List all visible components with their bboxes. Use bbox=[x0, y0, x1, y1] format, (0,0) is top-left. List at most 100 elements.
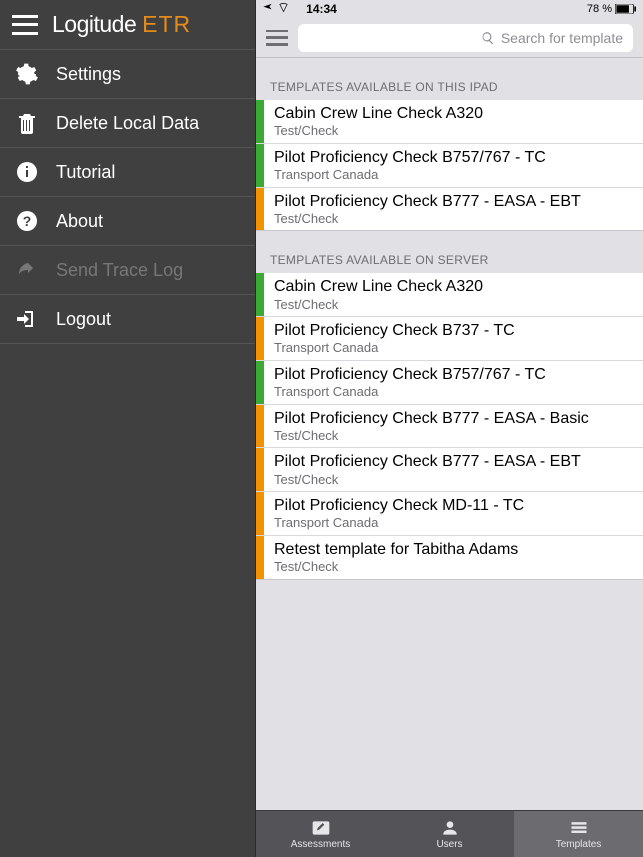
row-title: Pilot Proficiency Check B777 - EASA - EB… bbox=[274, 452, 581, 471]
row-title: Pilot Proficiency Check MD-11 - TC bbox=[274, 496, 524, 515]
color-stripe bbox=[256, 100, 264, 143]
help-icon bbox=[14, 208, 40, 234]
tab-label: Assessments bbox=[291, 839, 350, 850]
content-scroll[interactable]: TEMPLATES AVAILABLE ON THIS IPAD Cabin C… bbox=[256, 58, 643, 810]
template-row[interactable]: Pilot Proficiency Check B757/767 - TC Tr… bbox=[256, 361, 643, 405]
template-row[interactable]: Pilot Proficiency Check B777 - EASA - EB… bbox=[256, 188, 643, 232]
row-subtitle: Test/Check bbox=[274, 297, 483, 313]
search-input[interactable]: Search for template bbox=[298, 24, 633, 52]
sidebar-item-about[interactable]: About bbox=[0, 197, 255, 246]
status-left-icons bbox=[262, 2, 289, 16]
row-title: Cabin Crew Line Check A320 bbox=[274, 277, 483, 296]
battery-status: 78 % bbox=[587, 3, 637, 15]
color-stripe bbox=[256, 536, 264, 579]
row-title: Pilot Proficiency Check B757/767 - TC bbox=[274, 365, 546, 384]
trash-icon bbox=[14, 110, 40, 136]
main-panel: 14:34 78 % Search for template TEMPLATES… bbox=[256, 0, 643, 857]
color-stripe bbox=[256, 448, 264, 491]
search-placeholder: Search for template bbox=[501, 30, 623, 46]
tab-templates[interactable]: Templates bbox=[514, 811, 643, 857]
section-header: TEMPLATES AVAILABLE ON THIS IPAD bbox=[256, 58, 643, 100]
tab-label: Templates bbox=[556, 839, 602, 850]
stack-icon bbox=[568, 818, 590, 838]
navbar: Search for template bbox=[256, 18, 643, 58]
row-body: Cabin Crew Line Check A320 Test/Check bbox=[264, 273, 493, 316]
row-subtitle: Transport Canada bbox=[274, 515, 524, 531]
row-subtitle: Test/Check bbox=[274, 123, 483, 139]
status-bar: 14:34 78 % bbox=[256, 0, 643, 18]
sidebar-item-settings[interactable]: Settings bbox=[0, 50, 255, 99]
color-stripe bbox=[256, 361, 264, 404]
color-stripe bbox=[256, 492, 264, 535]
tab-label: Users bbox=[436, 839, 462, 850]
row-subtitle: Test/Check bbox=[274, 428, 589, 444]
menu-icon[interactable] bbox=[12, 15, 38, 35]
row-body: Pilot Proficiency Check B777 - EASA - Ba… bbox=[264, 405, 599, 448]
sidebar-menu: Settings Delete Local Data Tutorial About Se… bbox=[0, 50, 255, 344]
row-subtitle: Test/Check bbox=[274, 559, 518, 575]
sidebar-item-label: Settings bbox=[56, 64, 121, 85]
sidebar-item-logout[interactable]: Logout bbox=[0, 295, 255, 344]
template-row[interactable]: Retest template for Tabitha Adams Test/C… bbox=[256, 536, 643, 580]
row-title: Pilot Proficiency Check B757/767 - TC bbox=[274, 148, 546, 167]
row-body: Pilot Proficiency Check B737 - TC Transp… bbox=[264, 317, 525, 360]
row-subtitle: Test/Check bbox=[274, 472, 581, 488]
row-body: Retest template for Tabitha Adams Test/C… bbox=[264, 536, 528, 579]
color-stripe bbox=[256, 405, 264, 448]
row-title: Pilot Proficiency Check B777 - EASA - EB… bbox=[274, 192, 581, 211]
template-row[interactable]: Pilot Proficiency Check B737 - TC Transp… bbox=[256, 317, 643, 361]
search-icon bbox=[481, 31, 495, 45]
row-title: Retest template for Tabitha Adams bbox=[274, 540, 518, 559]
section-header: TEMPLATES AVAILABLE ON SERVER bbox=[256, 231, 643, 273]
sidebar-item-label: Delete Local Data bbox=[56, 113, 199, 134]
tab-assessments[interactable]: Assessments bbox=[256, 811, 385, 857]
color-stripe bbox=[256, 188, 264, 231]
sidebar-header: Logitude ETR bbox=[0, 0, 255, 50]
color-stripe bbox=[256, 317, 264, 360]
row-body: Pilot Proficiency Check B757/767 - TC Tr… bbox=[264, 144, 556, 187]
row-subtitle: Transport Canada bbox=[274, 384, 546, 400]
row-body: Pilot Proficiency Check B777 - EASA - EB… bbox=[264, 188, 591, 231]
template-row[interactable]: Pilot Proficiency Check B777 - EASA - EB… bbox=[256, 448, 643, 492]
row-subtitle: Transport Canada bbox=[274, 340, 515, 356]
template-row[interactable]: Pilot Proficiency Check B757/767 - TC Tr… bbox=[256, 144, 643, 188]
sidebar-item-label: Send Trace Log bbox=[56, 260, 183, 281]
row-title: Cabin Crew Line Check A320 bbox=[274, 104, 483, 123]
row-subtitle: Transport Canada bbox=[274, 167, 546, 183]
info-icon bbox=[14, 159, 40, 185]
template-row[interactable]: Cabin Crew Line Check A320 Test/Check bbox=[256, 100, 643, 144]
row-body: Cabin Crew Line Check A320 Test/Check bbox=[264, 100, 493, 143]
tab-bar: Assessments Users Templates bbox=[256, 810, 643, 857]
share-icon bbox=[14, 257, 40, 283]
battery-icon bbox=[615, 4, 637, 14]
row-subtitle: Test/Check bbox=[274, 211, 581, 227]
row-body: Pilot Proficiency Check MD-11 - TC Trans… bbox=[264, 492, 534, 535]
brand-name: Logitude bbox=[52, 11, 136, 37]
user-icon bbox=[439, 818, 461, 838]
sidebar-item-tutorial[interactable]: Tutorial bbox=[0, 148, 255, 197]
sidebar: Logitude ETR Settings Delete Local Data Tu… bbox=[0, 0, 256, 857]
clock: 14:34 bbox=[306, 2, 337, 16]
app-brand: Logitude ETR bbox=[52, 11, 191, 38]
pencil-icon bbox=[310, 818, 332, 838]
template-row[interactable]: Cabin Crew Line Check A320 Test/Check bbox=[256, 273, 643, 317]
logout-icon bbox=[14, 306, 40, 332]
sidebar-item-label: Logout bbox=[56, 309, 111, 330]
battery-text: 78 % bbox=[587, 3, 612, 15]
tab-users[interactable]: Users bbox=[385, 811, 514, 857]
row-title: Pilot Proficiency Check B777 - EASA - Ba… bbox=[274, 409, 589, 428]
row-body: Pilot Proficiency Check B757/767 - TC Tr… bbox=[264, 361, 556, 404]
sidebar-item-label: Tutorial bbox=[56, 162, 115, 183]
row-body: Pilot Proficiency Check B777 - EASA - EB… bbox=[264, 448, 591, 491]
sidebar-item-label: About bbox=[56, 211, 103, 232]
template-row[interactable]: Pilot Proficiency Check MD-11 - TC Trans… bbox=[256, 492, 643, 536]
color-stripe bbox=[256, 144, 264, 187]
color-stripe bbox=[256, 273, 264, 316]
template-row[interactable]: Pilot Proficiency Check B777 - EASA - Ba… bbox=[256, 405, 643, 449]
row-title: Pilot Proficiency Check B737 - TC bbox=[274, 321, 515, 340]
sidebar-item-delete[interactable]: Delete Local Data bbox=[0, 99, 255, 148]
gear-icon bbox=[14, 61, 40, 87]
sidebar-item-trace: Send Trace Log bbox=[0, 246, 255, 295]
brand-suffix: ETR bbox=[142, 11, 191, 37]
content-menu-icon[interactable] bbox=[266, 30, 288, 46]
